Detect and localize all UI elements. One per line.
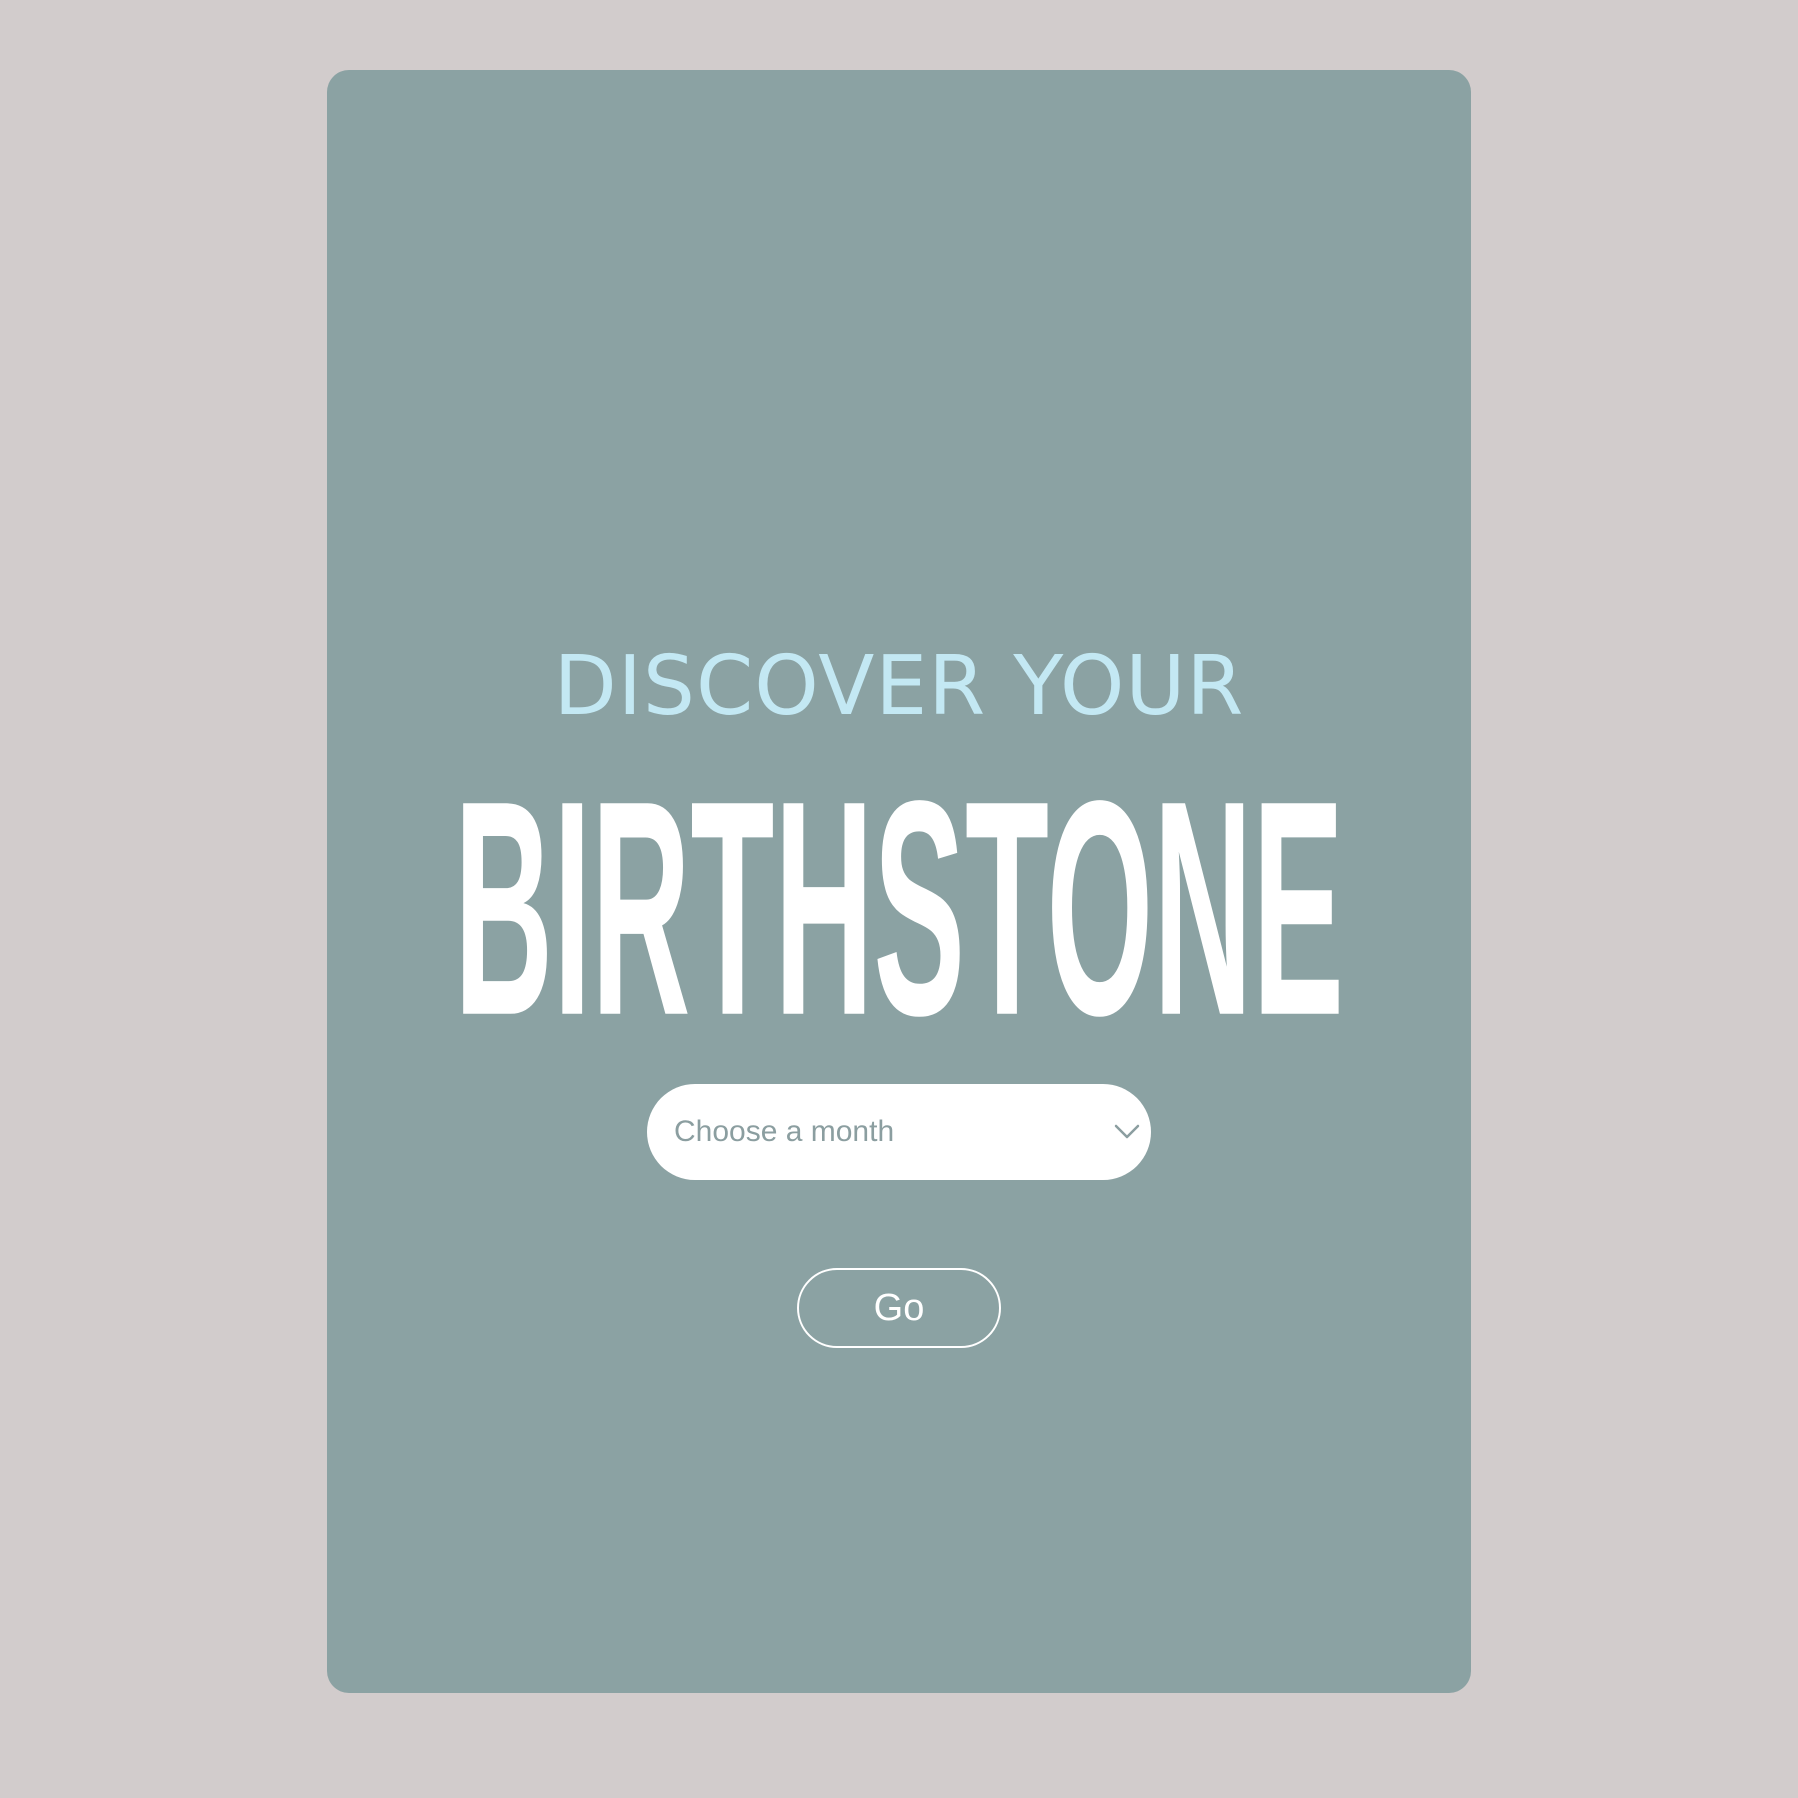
go-button[interactable]: Go bbox=[797, 1268, 1001, 1348]
month-select[interactable]: Choose a month bbox=[647, 1084, 1151, 1180]
headline-text: BIRTHSTONE bbox=[454, 752, 1344, 1022]
headline: BIRTHSTONE bbox=[327, 752, 1471, 1022]
eyebrow-heading: DISCOVER YOUR bbox=[553, 639, 1245, 734]
chevron-down-icon bbox=[1113, 1120, 1141, 1142]
month-select-placeholder: Choose a month bbox=[674, 1115, 895, 1148]
birthstone-card: DISCOVER YOUR BIRTHSTONE Choose a month … bbox=[327, 70, 1471, 1693]
